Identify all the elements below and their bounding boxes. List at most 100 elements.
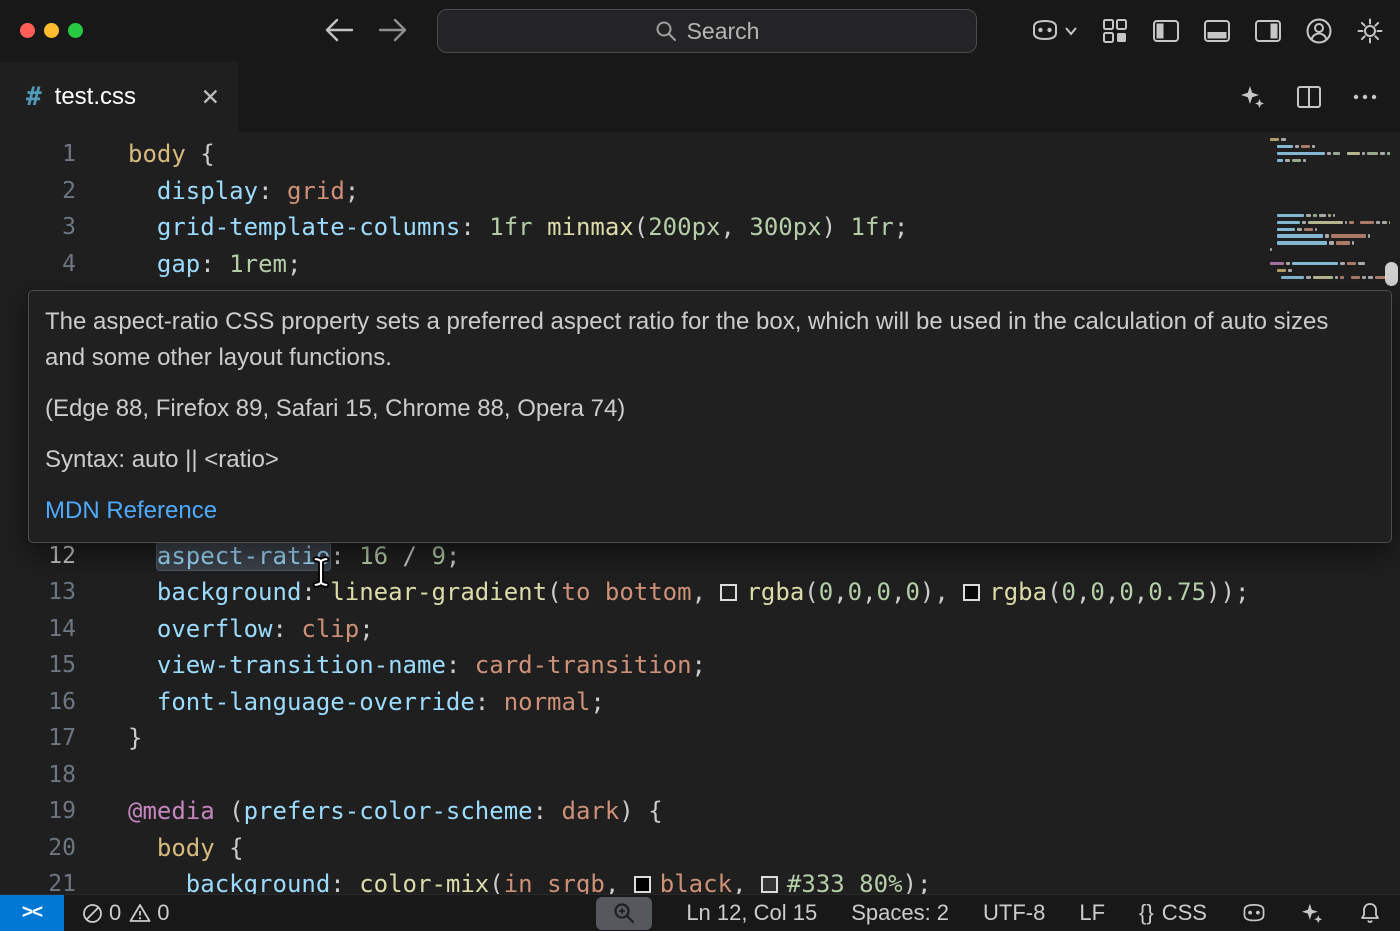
- tab-test-css[interactable]: # test.css ✕: [0, 62, 238, 132]
- code-line-3[interactable]: 3 grid-template-columns: 1fr minmax(200p…: [0, 209, 1400, 246]
- remote-indicator[interactable]: ><: [0, 895, 64, 931]
- code-line-2[interactable]: 2 display: grid;: [0, 173, 1400, 210]
- mdn-reference-link[interactable]: MDN Reference: [45, 493, 1375, 529]
- line-number[interactable]: 21: [0, 866, 76, 894]
- search-input[interactable]: Search: [437, 9, 977, 53]
- window-controls: [20, 23, 83, 38]
- statusbar-right: Ln 12, Col 15 Spaces: 2 UTF-8 LF {} CSS: [596, 897, 1400, 930]
- color-swatch[interactable]: [761, 876, 778, 893]
- code-line-16[interactable]: 16 font-language-override: normal;: [0, 684, 1400, 721]
- line-number[interactable]: 13: [0, 574, 76, 611]
- code-line-14[interactable]: 14 overflow: clip;: [0, 611, 1400, 648]
- code-content: @media (prefers-color-scheme: dark) {: [76, 793, 663, 830]
- css-file-icon: #: [26, 82, 42, 112]
- code-line-19[interactable]: 19@media (prefers-color-scheme: dark) {: [0, 793, 1400, 830]
- toggle-sidebar-left-icon[interactable]: [1152, 19, 1180, 43]
- code-content: [76, 757, 128, 794]
- back-arrow-icon[interactable]: [324, 17, 354, 43]
- copilot-status-icon[interactable]: [1241, 902, 1267, 925]
- error-count: 0: [109, 900, 121, 926]
- minimap[interactable]: [1270, 138, 1390, 283]
- search-label: Search: [687, 18, 760, 45]
- problems-indicator[interactable]: 0 0: [82, 900, 170, 926]
- search-icon: [655, 20, 677, 42]
- zoom-magnifier-icon: [612, 901, 636, 925]
- minimize-window-button[interactable]: [44, 23, 59, 38]
- tooltip-description: The aspect-ratio CSS property sets a pre…: [45, 304, 1375, 376]
- line-number[interactable]: 19: [0, 793, 76, 830]
- code-content: background: color-mix(in srgb, black, #3…: [76, 866, 931, 894]
- split-editor-icon[interactable]: [1296, 84, 1322, 110]
- toggle-panel-bottom-icon[interactable]: [1203, 19, 1231, 43]
- line-number[interactable]: 3: [0, 209, 76, 246]
- scrollbar-thumb[interactable]: [1385, 262, 1398, 286]
- code-content: background: linear-gradient(to bottom, r…: [76, 574, 1249, 611]
- color-swatch[interactable]: [963, 584, 980, 601]
- code-line-17[interactable]: 17}: [0, 720, 1400, 757]
- eol-setting[interactable]: LF: [1079, 900, 1105, 926]
- warning-icon: [129, 903, 151, 923]
- code-line-13[interactable]: 13 background: linear-gradient(to bottom…: [0, 574, 1400, 611]
- code-line-15[interactable]: 15 view-transition-name: card-transition…: [0, 647, 1400, 684]
- line-number[interactable]: 16: [0, 684, 76, 721]
- account-icon[interactable]: [1305, 17, 1333, 45]
- encoding-setting[interactable]: UTF-8: [983, 900, 1045, 926]
- code-content: font-language-override: normal;: [76, 684, 605, 721]
- line-number[interactable]: 14: [0, 611, 76, 648]
- status-bar: >< 0 0 Ln 12, Col 15 Spaces: 2 UTF-8 LF …: [0, 894, 1400, 931]
- code-content: overflow: clip;: [76, 611, 374, 648]
- close-tab-icon[interactable]: ✕: [201, 84, 220, 111]
- error-icon: [82, 903, 103, 924]
- customize-layout-icon[interactable]: [1101, 17, 1129, 45]
- tab-bar: # test.css ✕: [0, 62, 1400, 132]
- indentation-setting[interactable]: Spaces: 2: [851, 900, 949, 926]
- line-number[interactable]: 1: [0, 136, 76, 173]
- line-number[interactable]: 2: [0, 173, 76, 210]
- braces-icon: {}: [1139, 900, 1154, 926]
- settings-gear-icon[interactable]: [1356, 17, 1384, 45]
- close-window-button[interactable]: [20, 23, 35, 38]
- editor-actions: [1240, 62, 1400, 132]
- code-content: }: [76, 720, 142, 757]
- code-content: body {: [76, 136, 215, 173]
- titlebar-actions: [1030, 16, 1384, 46]
- code-line-1[interactable]: 1body {: [0, 136, 1400, 173]
- color-swatch[interactable]: [720, 584, 737, 601]
- forward-arrow-icon[interactable]: [378, 17, 408, 43]
- more-actions-icon[interactable]: [1352, 84, 1378, 110]
- chevron-down-icon: [1064, 26, 1078, 36]
- maximize-window-button[interactable]: [68, 23, 83, 38]
- color-swatch[interactable]: [634, 876, 651, 893]
- code-line-4[interactable]: 4 gap: 1rem;: [0, 246, 1400, 283]
- line-number[interactable]: 18: [0, 757, 76, 794]
- language-mode[interactable]: {} CSS: [1139, 900, 1207, 926]
- code-content: gap: 1rem;: [76, 246, 301, 283]
- copilot-sparkle-icon[interactable]: [1240, 84, 1266, 110]
- tab-title: test.css: [55, 83, 136, 111]
- cursor-position[interactable]: Ln 12, Col 15: [686, 900, 817, 926]
- code-content: view-transition-name: card-transition;: [76, 647, 706, 684]
- line-number[interactable]: 17: [0, 720, 76, 757]
- language-label: CSS: [1162, 900, 1207, 926]
- title-bar: Search: [0, 0, 1400, 62]
- hover-tooltip: The aspect-ratio CSS property sets a pre…: [28, 290, 1392, 543]
- copilot-menu-button[interactable]: [1030, 18, 1078, 44]
- code-line-21[interactable]: 21 background: color-mix(in srgb, black,…: [0, 866, 1400, 894]
- line-number[interactable]: 4: [0, 246, 76, 283]
- warning-count: 0: [157, 900, 169, 926]
- copilot-icon: [1030, 18, 1060, 44]
- sparkle-status-icon[interactable]: [1301, 902, 1324, 925]
- toggle-sidebar-right-icon[interactable]: [1254, 19, 1282, 43]
- line-number[interactable]: 15: [0, 647, 76, 684]
- code-line-20[interactable]: 20 body {: [0, 830, 1400, 867]
- history-nav: [324, 17, 408, 43]
- tooltip-syntax: Syntax: auto || <ratio>: [45, 442, 1375, 478]
- code-content: body {: [76, 830, 244, 867]
- line-number[interactable]: 20: [0, 830, 76, 867]
- editor-pane[interactable]: 1body {2 display: grid;3 grid-template-c…: [0, 132, 1400, 894]
- zoom-indicator[interactable]: [596, 897, 652, 930]
- notifications-bell-icon[interactable]: [1358, 901, 1382, 925]
- code-line-18[interactable]: 18: [0, 757, 1400, 794]
- code-content: grid-template-columns: 1fr minmax(200px,…: [76, 209, 908, 246]
- code-content: display: grid;: [76, 173, 359, 210]
